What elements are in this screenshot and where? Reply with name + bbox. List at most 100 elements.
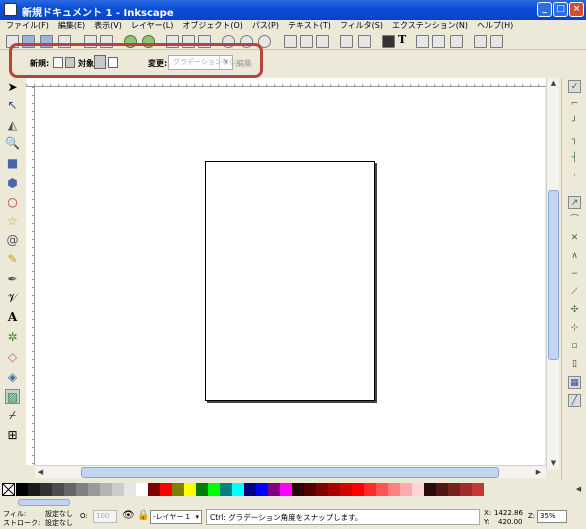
color-swatch[interactable] bbox=[16, 483, 28, 496]
color-swatch[interactable] bbox=[424, 483, 436, 496]
rectangle-tool-icon[interactable]: ■ bbox=[5, 156, 20, 171]
menu-view[interactable]: 表示(V) bbox=[94, 20, 122, 32]
maximize-button[interactable]: □ bbox=[553, 2, 568, 17]
no-paint-swatch[interactable] bbox=[2, 483, 15, 496]
color-swatch[interactable] bbox=[100, 483, 112, 496]
scroll-left-icon[interactable]: ◀ bbox=[35, 467, 46, 478]
spiral-tool-icon[interactable]: @ bbox=[5, 233, 20, 248]
snap-bbox-midpoints-icon[interactable]: ┤ bbox=[568, 152, 581, 165]
color-swatch[interactable] bbox=[328, 483, 340, 496]
color-swatch[interactable] bbox=[136, 483, 148, 496]
snap-bbox-icon[interactable]: ⌐ bbox=[568, 98, 581, 111]
snap-smooth-nodes-icon[interactable]: ∽ bbox=[568, 268, 581, 281]
color-swatch[interactable] bbox=[172, 483, 184, 496]
scroll-up-icon[interactable]: ▲ bbox=[548, 78, 559, 89]
snap-page-icon[interactable]: ▯ bbox=[568, 358, 581, 371]
snap-object-centers-icon[interactable]: ✣ bbox=[568, 304, 581, 317]
color-swatch[interactable] bbox=[196, 483, 208, 496]
align-distribute-icon[interactable] bbox=[450, 35, 463, 48]
paint-bucket-tool-icon[interactable]: ◈ bbox=[5, 370, 20, 385]
color-swatch[interactable] bbox=[280, 483, 292, 496]
scroll-down-icon[interactable]: ▼ bbox=[548, 458, 559, 469]
color-swatch[interactable] bbox=[160, 483, 172, 496]
lock-icon[interactable]: 🔒 bbox=[137, 510, 149, 521]
color-swatch[interactable] bbox=[52, 483, 64, 496]
eraser-tool-icon[interactable]: ◇ bbox=[5, 350, 20, 365]
color-swatch[interactable] bbox=[184, 483, 196, 496]
clone-icon[interactable] bbox=[300, 35, 313, 48]
pencil-tool-icon[interactable]: ✎ bbox=[5, 252, 20, 267]
color-swatch[interactable] bbox=[436, 483, 448, 496]
color-swatch[interactable] bbox=[220, 483, 232, 496]
color-swatch[interactable] bbox=[232, 483, 244, 496]
stroke-value[interactable]: 設定なし bbox=[45, 518, 73, 528]
menu-file[interactable]: ファイル(F) bbox=[6, 20, 49, 32]
menu-extensions[interactable]: エクステンション(N) bbox=[392, 20, 468, 32]
horizontal-ruler[interactable] bbox=[26, 78, 546, 87]
color-swatch[interactable] bbox=[208, 483, 220, 496]
palette-scrollbar[interactable] bbox=[0, 498, 586, 507]
color-swatch[interactable] bbox=[400, 483, 412, 496]
unlink-clone-icon[interactable] bbox=[316, 35, 329, 48]
layer-select[interactable]: -レイヤー 1 ▾ bbox=[150, 510, 202, 524]
vertical-ruler[interactable] bbox=[26, 87, 35, 465]
menu-object[interactable]: オブジェクト(O) bbox=[182, 20, 243, 32]
color-swatch[interactable] bbox=[76, 483, 88, 496]
opacity-input[interactable]: 100 bbox=[93, 510, 117, 523]
menu-help[interactable]: ヘルプ(H) bbox=[477, 20, 513, 32]
minimize-button[interactable]: _ bbox=[537, 2, 552, 17]
snap-bbox-edges-icon[interactable]: ┘ bbox=[568, 116, 581, 129]
pen-tool-icon[interactable]: ✒ bbox=[5, 272, 20, 287]
snap-intersections-icon[interactable]: ✕ bbox=[568, 232, 581, 245]
close-button[interactable]: × bbox=[569, 2, 584, 17]
vertical-scroll-thumb[interactable] bbox=[548, 190, 559, 360]
color-swatch[interactable] bbox=[64, 483, 76, 496]
color-swatch[interactable] bbox=[40, 483, 52, 496]
group-icon[interactable] bbox=[340, 35, 353, 48]
menu-edit[interactable]: 編集(E) bbox=[58, 20, 85, 32]
color-swatch[interactable] bbox=[148, 483, 160, 496]
color-swatch[interactable] bbox=[304, 483, 316, 496]
3d-box-tool-icon[interactable]: ⬢ bbox=[5, 176, 20, 191]
tweak-tool-icon[interactable]: ◭ bbox=[5, 118, 20, 133]
preferences-icon[interactable] bbox=[474, 35, 487, 48]
horizontal-scrollbar[interactable]: ◀ ▶ bbox=[35, 465, 546, 478]
connector-tool-icon[interactable]: ⊞ bbox=[5, 428, 20, 443]
color-swatch[interactable] bbox=[28, 483, 40, 496]
palette-menu-icon[interactable]: ◀ bbox=[573, 484, 584, 495]
color-swatch[interactable] bbox=[256, 483, 268, 496]
snap-page-border-icon[interactable]: ▫ bbox=[568, 340, 581, 353]
selector-tool-icon[interactable]: ➤ bbox=[5, 80, 20, 95]
snap-bbox-corners-icon[interactable]: ┐ bbox=[568, 134, 581, 147]
color-swatch[interactable] bbox=[352, 483, 364, 496]
snap-grid-icon[interactable]: ▦ bbox=[568, 376, 581, 389]
color-swatch[interactable] bbox=[376, 483, 388, 496]
snap-paths-icon[interactable]: ⌒ bbox=[568, 214, 581, 227]
color-swatch[interactable] bbox=[412, 483, 424, 496]
snap-nodes-icon[interactable]: ↗ bbox=[568, 196, 581, 209]
snap-rotation-centers-icon[interactable]: ⊹ bbox=[568, 322, 581, 335]
color-swatch[interactable] bbox=[244, 483, 256, 496]
star-tool-icon[interactable]: ☆ bbox=[5, 214, 20, 229]
color-swatch[interactable] bbox=[340, 483, 352, 496]
snap-enable-icon[interactable]: ✓ bbox=[568, 80, 581, 93]
color-swatch[interactable] bbox=[316, 483, 328, 496]
spray-tool-icon[interactable]: ✲ bbox=[5, 330, 20, 345]
text-tool-icon[interactable]: A bbox=[5, 310, 20, 325]
snap-bbox-centers-icon[interactable]: · bbox=[568, 170, 581, 183]
color-swatch[interactable] bbox=[364, 483, 376, 496]
inkscape-app-icon[interactable] bbox=[4, 3, 17, 16]
menu-path[interactable]: パス(P) bbox=[252, 20, 279, 32]
color-swatch[interactable] bbox=[112, 483, 124, 496]
fill-stroke-icon[interactable] bbox=[382, 35, 395, 48]
document-properties-icon[interactable] bbox=[490, 35, 503, 48]
color-swatch[interactable] bbox=[460, 483, 472, 496]
eye-icon[interactable]: 👁 bbox=[122, 510, 135, 521]
color-swatch[interactable] bbox=[472, 483, 484, 496]
menu-text[interactable]: テキスト(T) bbox=[288, 20, 331, 32]
vertical-scrollbar[interactable]: ▲ ▼ bbox=[546, 78, 559, 470]
duplicate-icon[interactable] bbox=[284, 35, 297, 48]
ellipse-tool-icon[interactable]: ○ bbox=[5, 195, 20, 210]
snap-cusp-nodes-icon[interactable]: ∧ bbox=[568, 250, 581, 263]
scroll-right-icon[interactable]: ▶ bbox=[533, 467, 544, 478]
